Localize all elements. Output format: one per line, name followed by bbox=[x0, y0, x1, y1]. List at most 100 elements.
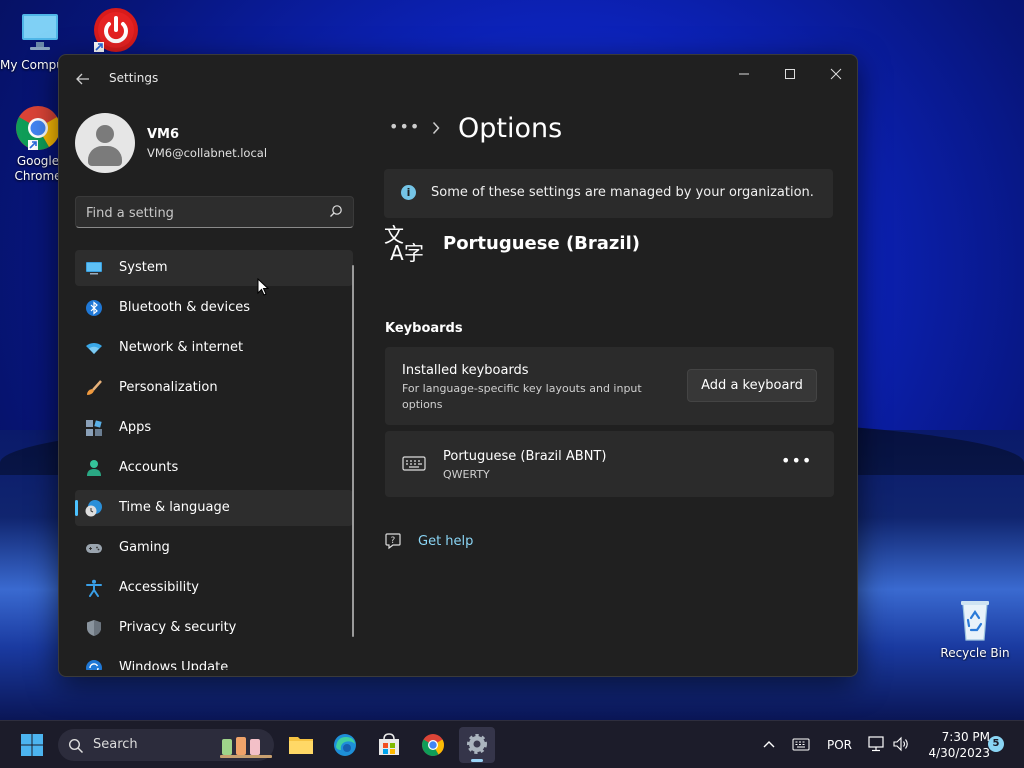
nav-item-label: Apps bbox=[119, 420, 152, 435]
store-icon bbox=[379, 733, 399, 755]
start-button[interactable] bbox=[14, 727, 50, 763]
keyboard-icon bbox=[402, 456, 426, 471]
keyboard-name: Portuguese (Brazil ABNT) bbox=[443, 449, 607, 464]
nav-item-label: Accounts bbox=[119, 460, 179, 475]
back-button[interactable] bbox=[73, 69, 93, 89]
installed-keyboards-title: Installed keyboards bbox=[402, 363, 529, 378]
window-title: Settings bbox=[109, 71, 159, 85]
notification-badge[interactable]: 5 bbox=[988, 736, 1004, 752]
nav-item-personalization[interactable]: Personalization bbox=[75, 370, 353, 406]
user-name: VM6 bbox=[147, 127, 180, 142]
nav-item-label: Gaming bbox=[119, 540, 170, 555]
shield-icon bbox=[87, 620, 101, 636]
taskbar-file-explorer[interactable] bbox=[283, 727, 319, 763]
search-highlight-drinks-icon bbox=[220, 737, 272, 758]
minimize-button[interactable] bbox=[721, 61, 767, 91]
close-icon bbox=[830, 68, 842, 80]
svg-text:A: A bbox=[390, 241, 404, 263]
accessibility-icon bbox=[86, 579, 102, 597]
search-input[interactable] bbox=[86, 203, 316, 223]
settings-nav: System Bluetooth & devices Network & int… bbox=[75, 250, 353, 670]
minimize-icon bbox=[739, 73, 749, 75]
nav-item-network-internet[interactable]: Network & internet bbox=[75, 330, 353, 366]
breadcrumb-more-button[interactable]: ••• bbox=[389, 117, 420, 136]
nav-item-accounts[interactable]: Accounts bbox=[75, 450, 353, 486]
keyboard-icon[interactable] bbox=[792, 738, 810, 751]
apps-icon bbox=[86, 420, 102, 436]
taskbar-chrome[interactable] bbox=[415, 727, 451, 763]
taskbar-settings[interactable] bbox=[459, 727, 495, 763]
time-language-icon bbox=[85, 500, 102, 517]
nav-item-label: Time & language bbox=[119, 500, 230, 515]
taskbar-search[interactable]: Search bbox=[58, 729, 274, 761]
system-icon bbox=[86, 262, 102, 275]
installed-keyboards-description: For language-specific key layouts and in… bbox=[402, 382, 642, 411]
input-language-indicator[interactable]: POR bbox=[827, 738, 852, 752]
nav-item-label: System bbox=[119, 260, 168, 275]
installed-keyboards-card: Installed keyboards For language-specifi… bbox=[385, 347, 834, 425]
keyboard-more-button[interactable]: ••• bbox=[781, 451, 811, 475]
nav-scrollbar[interactable] bbox=[352, 265, 354, 637]
desktop-icon-shutdown[interactable] bbox=[76, 6, 156, 56]
org-banner-text: Some of these settings are managed by yo… bbox=[431, 185, 814, 200]
active-indicator bbox=[471, 759, 483, 762]
chrome-icon bbox=[14, 104, 62, 152]
accounts-icon bbox=[87, 460, 101, 476]
taskbar: Search POR 7:30 PM 4/30/2023 bbox=[0, 720, 1024, 768]
recycle-bin-icon bbox=[951, 596, 999, 644]
avatar bbox=[75, 113, 135, 173]
page-title: Options bbox=[458, 113, 563, 144]
wifi-icon bbox=[86, 342, 102, 354]
brush-icon bbox=[87, 380, 102, 395]
add-keyboard-button[interactable]: Add a keyboard bbox=[687, 369, 817, 402]
keyboard-list-item: Portuguese (Brazil ABNT) QWERTY ••• bbox=[385, 431, 834, 497]
org-managed-banner: i Some of these settings are managed by … bbox=[384, 169, 833, 218]
system-clock[interactable]: 7:30 PM 4/30/2023 bbox=[920, 729, 990, 761]
search-icon[interactable] bbox=[329, 204, 343, 218]
nav-item-label: Windows Update bbox=[119, 660, 229, 670]
svg-text:?: ? bbox=[391, 536, 396, 546]
selection-indicator bbox=[75, 500, 78, 516]
search-box bbox=[75, 196, 354, 228]
maximize-button[interactable] bbox=[767, 61, 813, 91]
nav-item-bluetooth-devices[interactable]: Bluetooth & devices bbox=[75, 290, 353, 326]
nav-item-privacy-security[interactable]: Privacy & security bbox=[75, 610, 353, 646]
language-icon: 文 A 字 bbox=[384, 223, 424, 263]
nav-item-label: Network & internet bbox=[119, 340, 244, 355]
desktop-icon-recycle-bin[interactable]: Recycle Bin bbox=[935, 596, 1015, 661]
keyboards-heading: Keyboards bbox=[385, 321, 463, 336]
nav-item-gaming[interactable]: Gaming bbox=[75, 530, 353, 566]
nav-item-windows-update[interactable]: Windows Update bbox=[75, 650, 353, 670]
search-icon bbox=[68, 738, 84, 754]
taskbar-edge[interactable] bbox=[327, 727, 363, 763]
monitor-icon bbox=[16, 8, 64, 56]
nav-item-accessibility[interactable]: Accessibility bbox=[75, 570, 353, 606]
power-icon bbox=[92, 6, 140, 54]
nav-item-system[interactable]: System bbox=[75, 250, 353, 286]
chevron-up-icon[interactable] bbox=[762, 739, 776, 749]
bluetooth-icon bbox=[86, 300, 102, 316]
taskbar-store[interactable] bbox=[371, 727, 407, 763]
nav-item-time-language[interactable]: Time & language bbox=[75, 490, 353, 526]
update-icon bbox=[86, 660, 102, 670]
mouse-cursor-icon bbox=[257, 278, 269, 296]
taskbar-search-label: Search bbox=[93, 737, 138, 752]
edge-icon bbox=[334, 734, 356, 756]
info-icon: i bbox=[401, 185, 416, 200]
get-help-text: Get help bbox=[418, 534, 474, 549]
volume-icon[interactable] bbox=[892, 736, 910, 752]
svg-text:字: 字 bbox=[404, 241, 424, 263]
windows-logo-icon bbox=[21, 734, 43, 756]
gamepad-icon bbox=[86, 544, 102, 553]
arrow-left-icon bbox=[76, 73, 89, 85]
close-button[interactable] bbox=[813, 61, 857, 91]
folder-icon bbox=[289, 737, 313, 754]
keyboard-layout: QWERTY bbox=[443, 468, 490, 481]
desktop-icon-label: Recycle Bin bbox=[940, 646, 1010, 660]
gear-icon bbox=[467, 734, 487, 754]
network-icon[interactable] bbox=[867, 736, 885, 752]
chevron-right-icon bbox=[432, 121, 440, 135]
settings-window: Settings VM6 VM6@collabnet.local System … bbox=[58, 54, 858, 677]
nav-item-apps[interactable]: Apps bbox=[75, 410, 353, 446]
desktop-icon-label: My Computer bbox=[0, 58, 58, 72]
